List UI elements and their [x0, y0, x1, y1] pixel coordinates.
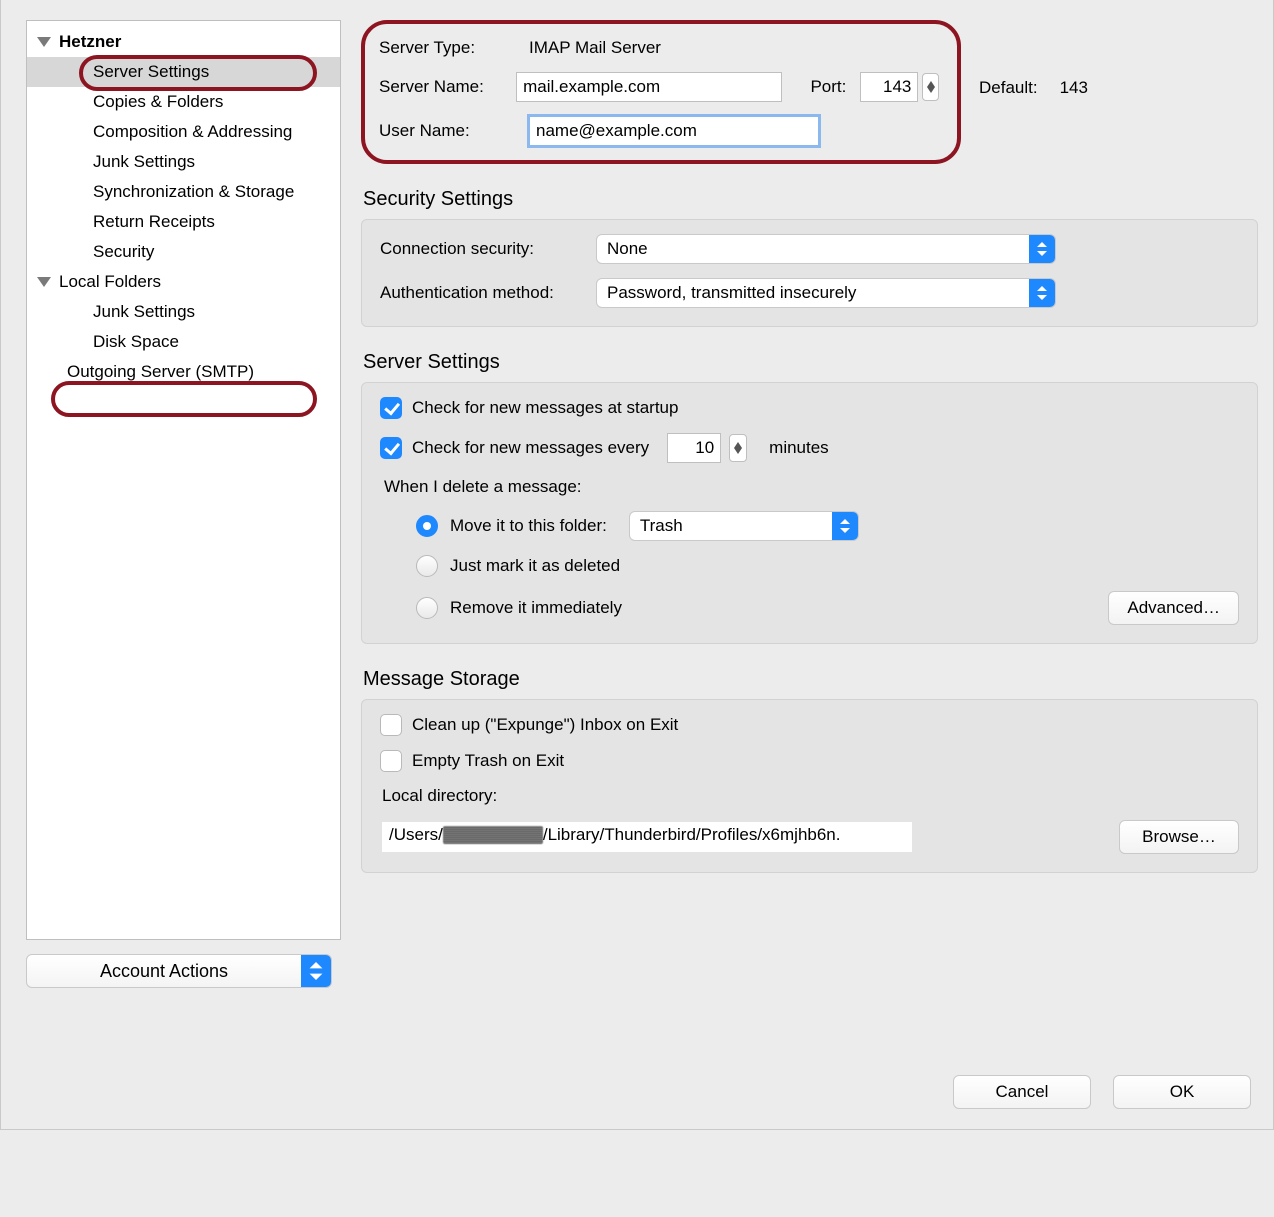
server-settings-heading: Server Settings	[363, 351, 1258, 374]
check-every-checkbox[interactable]	[380, 437, 402, 459]
server-name-label: Server Name:	[379, 77, 516, 97]
port-stepper[interactable]	[922, 73, 939, 101]
server-type-value: IMAP Mail Server	[529, 38, 661, 58]
ok-button[interactable]: OK	[1113, 1075, 1251, 1109]
account-local-folders[interactable]: Local Folders	[27, 267, 340, 297]
connection-security-select[interactable]: None	[596, 234, 1056, 264]
server-type-label: Server Type:	[379, 38, 529, 58]
sidebar-item-smtp[interactable]: Outgoing Server (SMTP)	[27, 357, 340, 387]
select-arrows-icon	[1029, 235, 1055, 263]
check-startup-checkbox[interactable]	[380, 397, 402, 419]
when-delete-label: When I delete a message:	[384, 477, 582, 497]
select-arrows-icon	[832, 512, 858, 540]
redacted-username	[443, 826, 543, 844]
port-input[interactable]	[860, 72, 918, 102]
delete-move-radio[interactable]	[416, 515, 438, 537]
sidebar-item-security[interactable]: Security	[27, 237, 340, 267]
check-every-stepper[interactable]	[729, 434, 747, 462]
expunge-checkbox[interactable]	[380, 714, 402, 736]
empty-trash-checkbox[interactable]	[380, 750, 402, 772]
account-hetzner[interactable]: Hetzner	[27, 27, 340, 57]
security-settings-heading: Security Settings	[363, 188, 1258, 211]
port-label: Port:	[810, 77, 846, 97]
empty-trash-label: Empty Trash on Exit	[412, 751, 564, 771]
message-storage-heading: Message Storage	[363, 668, 1258, 691]
user-name-input[interactable]	[529, 116, 819, 146]
delete-remove-radio[interactable]	[416, 597, 438, 619]
message-storage-panel: Clean up ("Expunge") Inbox on Exit Empty…	[361, 699, 1258, 873]
local-directory-label: Local directory:	[382, 786, 497, 806]
check-every-label-post: minutes	[769, 438, 829, 458]
delete-move-label: Move it to this folder:	[450, 516, 607, 536]
highlight-server-info: Server Type: IMAP Mail Server Server Nam…	[361, 20, 961, 164]
sidebar-item-composition-addressing[interactable]: Composition & Addressing	[27, 117, 340, 147]
browse-button[interactable]: Browse…	[1119, 820, 1239, 854]
advanced-button[interactable]: Advanced…	[1108, 591, 1239, 625]
default-port-label: Default:	[979, 78, 1038, 98]
default-port-value: 143	[1060, 78, 1088, 98]
chevron-down-icon	[37, 277, 51, 287]
chevron-down-icon	[37, 37, 51, 47]
sidebar-item-junk-settings[interactable]: Junk Settings	[27, 147, 340, 177]
cancel-button[interactable]: Cancel	[953, 1075, 1091, 1109]
delete-remove-label: Remove it immediately	[450, 598, 622, 618]
check-startup-label: Check for new messages at startup	[412, 398, 678, 418]
connection-security-label: Connection security:	[380, 239, 596, 259]
trash-folder-select[interactable]: Trash	[629, 511, 859, 541]
account-actions-dropdown[interactable]: Account Actions	[26, 954, 332, 988]
user-name-label: User Name:	[379, 121, 529, 141]
server-settings-panel: Check for new messages at startup Check …	[361, 382, 1258, 644]
auth-method-label: Authentication method:	[380, 283, 596, 303]
delete-mark-label: Just mark it as deleted	[450, 556, 620, 576]
sidebar-item-copies-folders[interactable]: Copies & Folders	[27, 87, 340, 117]
sidebar-item-sync-storage[interactable]: Synchronization & Storage	[27, 177, 340, 207]
dropdown-arrow-icon	[301, 955, 331, 987]
account-tree: Hetzner Server Settings Copies & Folders…	[26, 20, 341, 940]
sidebar-item-lf-junk[interactable]: Junk Settings	[27, 297, 340, 327]
server-name-input[interactable]	[516, 72, 782, 102]
security-settings-panel: Connection security: None Authentication…	[361, 219, 1258, 327]
sidebar-item-server-settings[interactable]: Server Settings	[27, 57, 340, 87]
account-actions-label: Account Actions	[27, 961, 301, 982]
sidebar-item-lf-disk[interactable]: Disk Space	[27, 327, 340, 357]
local-directory-input[interactable]: /Users//Library/Thunderbird/Profiles/x6m…	[382, 822, 912, 852]
auth-method-select[interactable]: Password, transmitted insecurely	[596, 278, 1056, 308]
check-every-label-pre: Check for new messages every	[412, 438, 649, 458]
expunge-label: Clean up ("Expunge") Inbox on Exit	[412, 715, 678, 735]
sidebar-item-return-receipts[interactable]: Return Receipts	[27, 207, 340, 237]
check-every-input[interactable]	[667, 433, 721, 463]
delete-mark-radio[interactable]	[416, 555, 438, 577]
select-arrows-icon	[1029, 279, 1055, 307]
